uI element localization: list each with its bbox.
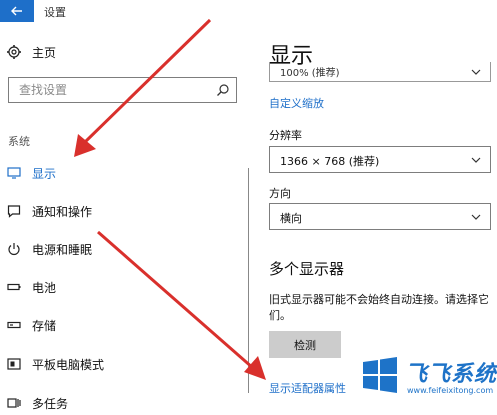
sidebar-item-storage[interactable]: 存储 — [6, 314, 241, 336]
orientation-dropdown[interactable]: 横向 — [269, 203, 491, 230]
scale-dropdown[interactable]: 100% (推荐) — [269, 62, 491, 82]
notification-icon — [6, 203, 22, 219]
sidebar-item-display[interactable]: 显示 — [6, 162, 241, 184]
tablet-icon — [6, 356, 22, 372]
monitor-icon — [6, 165, 22, 181]
title-bar: 设置 — [0, 0, 249, 22]
sidebar-item-tablet-mode[interactable]: 平板电脑模式 — [6, 353, 241, 375]
section-label-system: 系统 — [8, 135, 30, 148]
search-icon[interactable] — [216, 83, 230, 97]
sidebar-item-label: 电源和睡眠 — [32, 242, 93, 257]
orientation-label: 方向 — [269, 187, 291, 200]
windows-logo-icon — [363, 357, 397, 393]
watermark: 飞飞系统 www.feifeixitong.com — [355, 352, 497, 415]
sidebar-item-multitasking[interactable]: 多任务 — [6, 392, 241, 414]
resolution-dropdown[interactable]: 1366 × 768 (推荐) — [269, 146, 491, 173]
power-icon — [6, 241, 22, 257]
sidebar-item-label: 平板电脑模式 — [32, 357, 105, 372]
multiple-displays-heading: 多个显示器 — [269, 260, 345, 278]
home-label: 主页 — [32, 45, 57, 60]
search-input[interactable] — [9, 78, 209, 102]
battery-icon — [6, 279, 22, 295]
chevron-down-icon — [471, 69, 481, 75]
orientation-value: 横向 — [280, 212, 302, 225]
sidebar-item-label: 存储 — [32, 318, 57, 333]
gear-icon — [7, 45, 21, 59]
search-box[interactable] — [8, 77, 237, 103]
sidebar-item-power[interactable]: 电源和睡眠 — [6, 238, 241, 260]
multitask-icon — [6, 395, 22, 411]
custom-scaling-link[interactable]: 自定义缩放 — [269, 95, 324, 111]
back-arrow-icon — [11, 6, 22, 16]
sidebar-item-battery[interactable]: 电池 — [6, 276, 241, 298]
display-adapter-properties-link[interactable]: 显示适配器属性 — [269, 380, 346, 396]
storage-icon — [6, 317, 22, 333]
back-button[interactable] — [0, 0, 34, 22]
sidebar-item-notifications[interactable]: 通知和操作 — [6, 200, 241, 222]
app-title: 设置 — [44, 6, 66, 19]
detect-button[interactable]: 检测 — [269, 331, 341, 358]
resolution-value: 1366 × 768 (推荐) — [280, 155, 380, 168]
watermark-text: 飞飞系统 — [405, 362, 497, 387]
sidebar-item-label: 多任务 — [32, 396, 69, 411]
chevron-down-icon — [471, 157, 481, 163]
sidebar-item-label: 显示 — [32, 166, 57, 181]
home-nav-item[interactable]: 主页 — [6, 41, 56, 63]
chevron-down-icon — [471, 214, 481, 220]
sidebar-item-label: 电池 — [32, 280, 57, 295]
resolution-label: 分辨率 — [269, 129, 302, 142]
settings-sidebar: 设置 主页 系统 显示 通知和操作 电源和睡眠 电池 存储 平板电脑模式 — [0, 0, 249, 415]
sidebar-item-label: 通知和操作 — [32, 204, 93, 219]
watermark-url: www.feifeixitong.com — [407, 386, 494, 395]
scale-value: 100% (推荐) — [280, 68, 340, 79]
multiple-displays-description: 旧式显示器可能不会始终自动连接。请选择它们。 — [269, 293, 489, 322]
